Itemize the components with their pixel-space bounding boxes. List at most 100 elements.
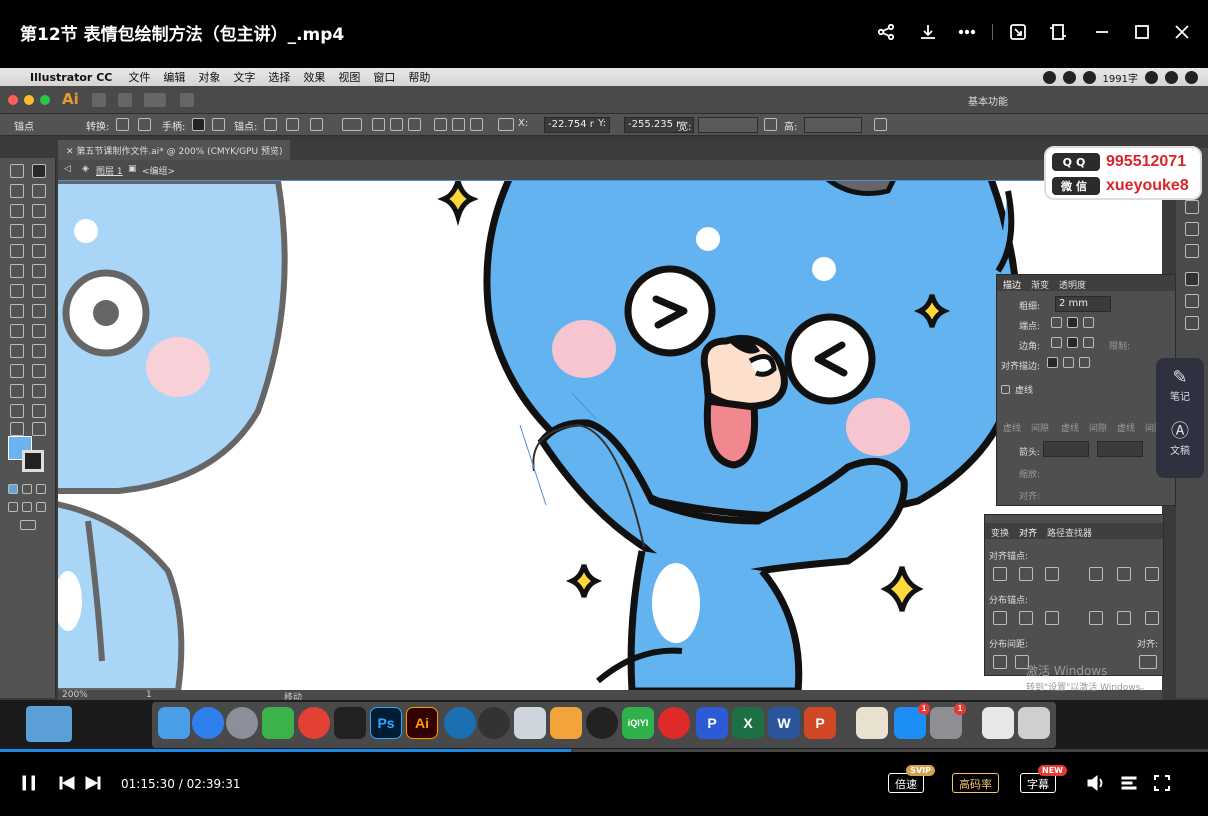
- remove-anchor-icon[interactable]: [264, 118, 277, 131]
- vertical-distribute-space-icon[interactable]: [993, 655, 1007, 669]
- powerpoint-icon[interactable]: P: [804, 707, 836, 739]
- bevel-join-icon[interactable]: [1083, 337, 1094, 348]
- perspective-grid-tool-icon[interactable]: [32, 324, 46, 338]
- wps-icon[interactable]: P: [696, 707, 728, 739]
- align-middle-icon[interactable]: [452, 118, 465, 131]
- blend-tool-icon[interactable]: [32, 364, 46, 378]
- direct-selection-tool-icon[interactable]: [32, 164, 46, 178]
- distribute-horizontal-center-icon[interactable]: [1117, 611, 1131, 625]
- distribute-bottom-icon[interactable]: [1045, 611, 1059, 625]
- system-preferences-icon[interactable]: 1: [930, 703, 966, 739]
- obs-icon[interactable]: [478, 707, 510, 739]
- draw-behind-icon[interactable]: [22, 502, 32, 512]
- eyedropper-tool-icon[interactable]: [10, 364, 24, 378]
- breadcrumb-group[interactable]: <编组>: [142, 164, 175, 177]
- cinema4d-icon[interactable]: [586, 707, 618, 739]
- connect-path-icon[interactable]: [286, 118, 299, 131]
- artboard-tool-icon[interactable]: [10, 404, 24, 418]
- tab-transparency[interactable]: 透明度: [1059, 278, 1086, 291]
- next-button[interactable]: [84, 774, 102, 796]
- height-field[interactable]: [804, 117, 862, 133]
- subtitle-button[interactable]: 字幕 NEW: [1020, 765, 1067, 793]
- align-bottom-icon[interactable]: [470, 118, 483, 131]
- end-arrowhead-select[interactable]: [1097, 441, 1143, 457]
- arrange-documents-icon[interactable]: [144, 93, 166, 107]
- photoshop-icon[interactable]: Ps: [370, 707, 402, 739]
- start-arrowhead-select[interactable]: [1043, 441, 1089, 457]
- align-stroke-inside-icon[interactable]: [1063, 357, 1074, 368]
- width-field[interactable]: [698, 117, 758, 133]
- iqiyi-icon[interactable]: iQIYI: [622, 707, 654, 739]
- symbols-panel-icon[interactable]: [1185, 244, 1199, 258]
- miter-join-icon[interactable]: [1051, 337, 1062, 348]
- launchpad-icon[interactable]: [226, 707, 258, 739]
- screen-mode-icon[interactable]: [20, 520, 36, 530]
- tab-pathfinder[interactable]: 路径查找器: [1047, 526, 1092, 539]
- column-graph-tool-icon[interactable]: [32, 384, 46, 398]
- none-mode-icon[interactable]: [36, 484, 46, 494]
- horizontal-align-right-icon[interactable]: [1045, 567, 1059, 581]
- folder-icon[interactable]: [26, 706, 72, 742]
- quicktime-icon[interactable]: [444, 707, 476, 739]
- tab-stroke[interactable]: 描边: [1003, 278, 1021, 291]
- horizontal-align-left-icon[interactable]: [993, 567, 1007, 581]
- round-join-icon[interactable]: [1067, 337, 1078, 348]
- reference-point-icon[interactable]: [498, 118, 514, 131]
- shaper-tool-icon[interactable]: [10, 264, 24, 278]
- distribute-vertical-center-icon[interactable]: [1019, 611, 1033, 625]
- minimize-icon[interactable]: [1088, 18, 1116, 46]
- recent-document-icon[interactable]: [982, 707, 1014, 739]
- window-close-button[interactable]: [8, 95, 18, 105]
- quality-button[interactable]: 高码率: [952, 773, 999, 793]
- libraries-panel-icon[interactable]: [1185, 200, 1199, 214]
- type-tool-icon[interactable]: [10, 224, 24, 238]
- selection-tool-icon[interactable]: [10, 164, 24, 178]
- gradient-tool-icon[interactable]: [32, 344, 46, 358]
- finder-icon[interactable]: [158, 707, 190, 739]
- horizontal-align-center-icon[interactable]: [1019, 567, 1033, 581]
- vertical-align-bottom-icon[interactable]: [1145, 567, 1159, 581]
- artboard-number[interactable]: 1: [146, 690, 152, 700]
- slice-tool-icon[interactable]: [32, 404, 46, 418]
- transcript-button[interactable]: Ⓐ 文稿: [1156, 422, 1204, 458]
- show-handles-icon[interactable]: [192, 118, 205, 131]
- document-tab[interactable]: ✕ 第五节课制作文件.ai* @ 200% (CMYK/GPU 预览): [58, 140, 291, 160]
- distribute-left-icon[interactable]: [1089, 611, 1103, 625]
- shape-builder-tool-icon[interactable]: [10, 324, 24, 338]
- hide-handles-icon[interactable]: [212, 118, 225, 131]
- line-tool-icon[interactable]: [32, 224, 46, 238]
- align-stroke-center-icon[interactable]: [1047, 357, 1058, 368]
- weight-field[interactable]: 2 mm: [1055, 296, 1111, 312]
- projecting-cap-icon[interactable]: [1083, 317, 1094, 328]
- vertical-align-center-icon[interactable]: [1117, 567, 1131, 581]
- word-icon[interactable]: W: [768, 707, 800, 739]
- hand-tool-icon[interactable]: [10, 422, 24, 436]
- isolate-icon[interactable]: [342, 118, 362, 131]
- download-icon[interactable]: [914, 18, 942, 46]
- lasso-tool-icon[interactable]: [32, 184, 46, 198]
- pause-button[interactable]: [20, 774, 38, 796]
- speed-button[interactable]: 倍速 SVIP: [888, 765, 935, 793]
- app-store-icon[interactable]: 1: [894, 703, 930, 739]
- window-minimize-button[interactable]: [24, 95, 34, 105]
- stroke-color-swatch[interactable]: [22, 450, 44, 472]
- back-arrow-icon[interactable]: ◁: [64, 164, 71, 174]
- vertical-align-top-icon[interactable]: [1089, 567, 1103, 581]
- zoom-level[interactable]: 200%: [62, 690, 88, 700]
- pin-window-icon[interactable]: [1044, 18, 1072, 46]
- pen-tool-icon[interactable]: [10, 204, 24, 218]
- tab-gradient[interactable]: 渐变: [1031, 278, 1049, 291]
- excel-icon[interactable]: X: [732, 707, 764, 739]
- maximize-icon[interactable]: [1128, 18, 1156, 46]
- trash-icon[interactable]: [1018, 707, 1050, 739]
- share-icon[interactable]: [872, 18, 900, 46]
- close-icon[interactable]: [1168, 18, 1196, 46]
- transparency-panel-icon[interactable]: [1185, 316, 1199, 330]
- gpu-performance-icon[interactable]: [180, 93, 194, 107]
- tab-align[interactable]: 对齐: [1019, 526, 1037, 539]
- script-editor-icon[interactable]: [856, 707, 888, 739]
- round-cap-icon[interactable]: [1067, 317, 1078, 328]
- chrome-icon[interactable]: [298, 707, 330, 739]
- butt-cap-icon[interactable]: [1051, 317, 1062, 328]
- align-to-selection-icon[interactable]: [1139, 655, 1157, 669]
